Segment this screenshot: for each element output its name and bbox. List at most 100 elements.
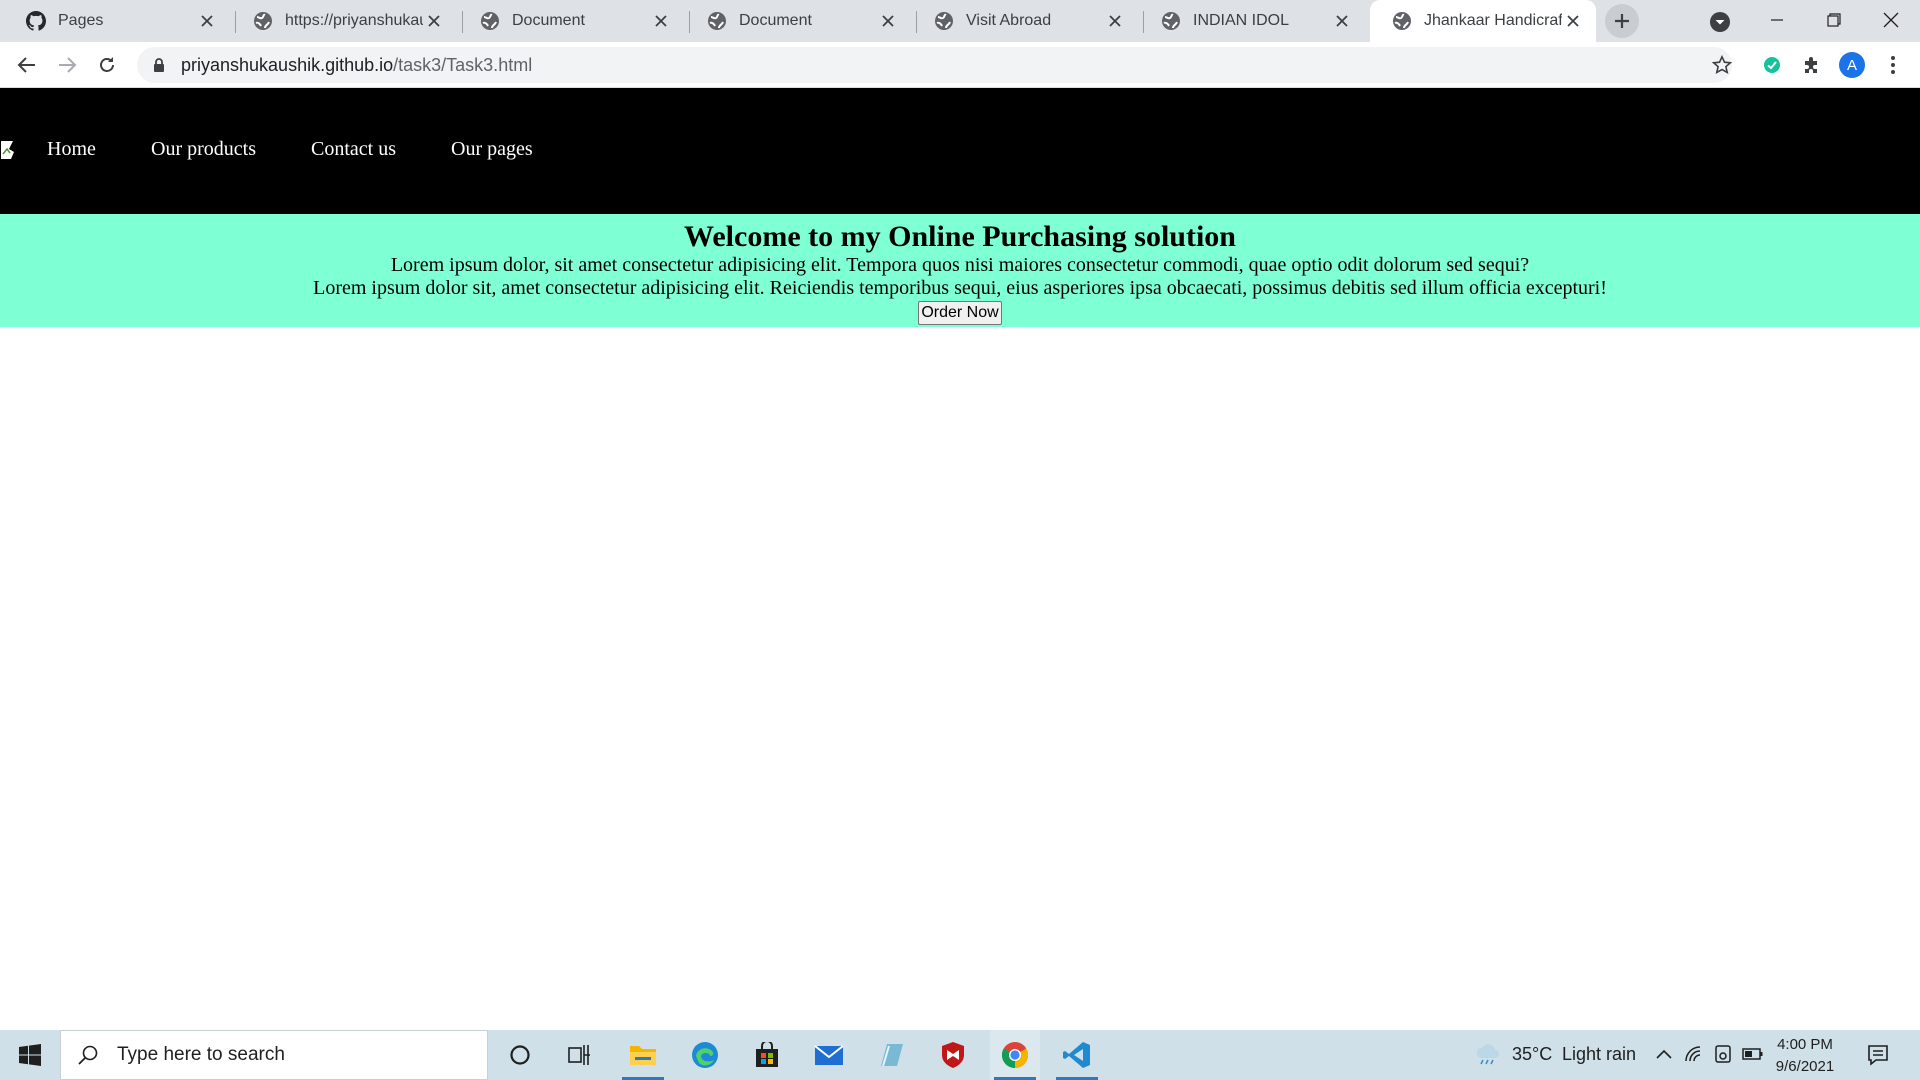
taskbar-search-box[interactable]: Type here to search [60, 1030, 488, 1080]
url-text[interactable]: priyanshukaushik.github.io/task3/Task3.h… [181, 55, 532, 76]
hero-section: Welcome to my Online Purchasing solution… [0, 214, 1920, 327]
broken-logo-image [1, 141, 14, 159]
network-wifi-icon[interactable] [1684, 1045, 1704, 1063]
close-icon [1883, 12, 1899, 28]
tab-title: INDIAN IDOL [1193, 12, 1290, 29]
nav-link-our-products[interactable]: Our products [151, 138, 256, 161]
tab-title: Document [739, 12, 812, 29]
close-icon[interactable] [423, 10, 445, 32]
tab-indian-idol[interactable]: INDIAN IDOL [1139, 0, 1365, 42]
clock-date: 9/6/2021 [1775, 1058, 1835, 1075]
browser-toolbar: priyanshukaushik.github.io/task3/Task3.h… [0, 42, 1920, 88]
tab-visit-abroad[interactable]: Visit Abroad [912, 0, 1138, 42]
task-view-button[interactable] [555, 1030, 605, 1080]
tab-document-2[interactable]: Document [685, 0, 911, 42]
extension-button[interactable] [1756, 49, 1788, 81]
lock-icon[interactable] [151, 57, 167, 73]
close-icon[interactable] [650, 10, 672, 32]
tab-title: https://priyanshukaushik.github.io [285, 12, 423, 29]
nav-link-our-pages[interactable]: Our pages [451, 138, 533, 161]
mcafee-button[interactable] [928, 1030, 978, 1080]
close-icon[interactable] [1104, 10, 1126, 32]
start-button[interactable] [5, 1030, 55, 1080]
tab-priyanshukaushik[interactable]: https://priyanshukaushik.github.io [231, 0, 457, 42]
close-window-button[interactable] [1862, 0, 1920, 40]
globe-icon [1162, 12, 1180, 30]
clock-time: 4:00 PM [1777, 1036, 1833, 1053]
chrome-icon [1001, 1042, 1029, 1069]
nav-link-home[interactable]: Home [47, 138, 96, 161]
search-placeholder: Type here to search [117, 1044, 285, 1065]
tab-jhankaar-handicrafts[interactable]: Jhankaar Handicrafts [1370, 0, 1596, 42]
taskbar-clock[interactable]: 4:00 PM 9/6/2021 [1770, 1034, 1840, 1078]
weather-description[interactable]: Light rain [1562, 1044, 1636, 1065]
close-icon[interactable] [196, 10, 218, 32]
battery-icon[interactable] [1742, 1047, 1764, 1061]
tab-search-button[interactable] [1706, 8, 1734, 36]
mcafee-shield-icon [942, 1042, 964, 1068]
browser-menu-button[interactable] [1877, 49, 1909, 81]
tab-title: Document [512, 12, 585, 29]
notification-center-icon[interactable] [1867, 1044, 1889, 1066]
close-icon[interactable] [1562, 10, 1584, 32]
search-icon [78, 1045, 98, 1065]
url-path: /task3/Task3.html [393, 54, 533, 75]
new-tab-button[interactable] [1605, 4, 1639, 38]
weather-cloud-rain-icon[interactable] [1474, 1044, 1502, 1066]
minimize-icon [1771, 19, 1783, 21]
extension-grammar-icon [1764, 57, 1780, 73]
forward-button[interactable] [51, 49, 83, 81]
profile-avatar[interactable]: A [1839, 52, 1865, 78]
vscode-icon [1063, 1042, 1090, 1068]
restore-button[interactable] [1805, 0, 1863, 40]
reload-icon [100, 57, 114, 72]
task-view-icon [568, 1045, 590, 1065]
windows-logo-icon [19, 1044, 41, 1066]
tab-strip: Pages https://priyanshukaushik.github.io… [0, 0, 1920, 42]
bookmark-button[interactable] [1706, 49, 1738, 81]
edge-button[interactable] [680, 1030, 730, 1080]
puzzle-icon [1805, 57, 1817, 73]
store-button[interactable] [742, 1030, 792, 1080]
back-button[interactable] [11, 49, 43, 81]
vscode-button[interactable] [1052, 1030, 1102, 1080]
weather-temperature[interactable]: 35°C [1512, 1044, 1552, 1065]
globe-icon [935, 12, 953, 30]
tab-document-1[interactable]: Document [458, 0, 684, 42]
cortana-button[interactable] [495, 1030, 545, 1080]
reload-button[interactable] [91, 49, 123, 81]
file-explorer-button[interactable] [618, 1030, 668, 1080]
edge-browser-icon [692, 1042, 718, 1068]
tab-title: Jhankaar Handicrafts [1424, 12, 1562, 29]
notes-app-button[interactable] [866, 1030, 916, 1080]
folder-icon [630, 1046, 656, 1065]
close-icon[interactable] [877, 10, 899, 32]
extensions-menu-button[interactable] [1796, 49, 1828, 81]
globe-icon [254, 12, 272, 30]
chrome-button[interactable] [990, 1030, 1040, 1080]
tab-pages[interactable]: Pages [4, 0, 230, 42]
mail-button[interactable] [804, 1030, 854, 1080]
star-icon [1712, 55, 1732, 74]
hero-heading: Welcome to my Online Purchasing solution [684, 220, 1236, 253]
arrow-left-icon [17, 57, 35, 73]
hero-text-line-1: Lorem ipsum dolor, sit amet consectetur … [390, 254, 1530, 276]
chevron-down-icon [1710, 12, 1730, 32]
speaker-icon[interactable] [1714, 1044, 1732, 1064]
restore-icon [1827, 13, 1841, 27]
order-now-button[interactable]: Order Now [918, 301, 1002, 325]
nav-link-contact-us[interactable]: Contact us [311, 138, 396, 161]
chevron-up-icon[interactable] [1655, 1048, 1673, 1060]
site-navbar: Home Our products Contact us Our pages [0, 88, 1920, 214]
globe-icon [708, 12, 726, 30]
arrow-right-icon [59, 57, 77, 73]
globe-icon [1393, 12, 1411, 30]
tab-title: Pages [58, 12, 104, 29]
url-host: priyanshukaushik.github.io [181, 54, 394, 75]
close-icon[interactable] [1331, 10, 1353, 32]
minimize-button[interactable] [1748, 0, 1806, 40]
address-bar[interactable]: priyanshukaushik.github.io/task3/Task3.h… [137, 47, 1732, 83]
paper-icon [881, 1044, 903, 1067]
kebab-menu-icon [1891, 56, 1895, 74]
tab-title: Visit Abroad [966, 12, 1052, 29]
